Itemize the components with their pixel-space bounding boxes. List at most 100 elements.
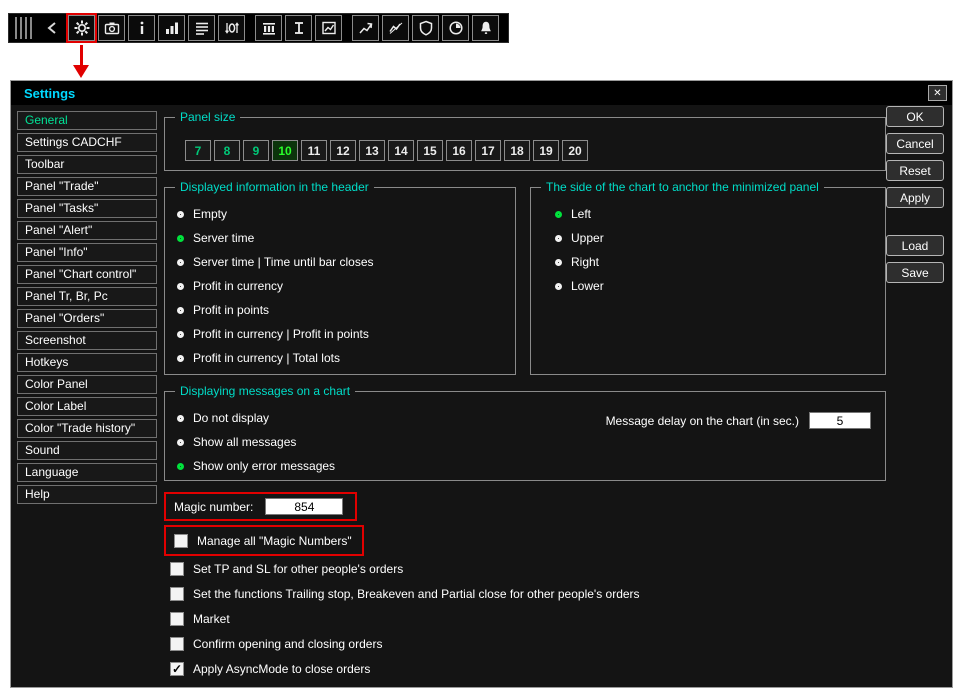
size-button-12[interactable]: 12 (330, 140, 356, 161)
size-button-8[interactable]: 8 (214, 140, 240, 161)
reset-button[interactable]: Reset (886, 160, 944, 181)
dialog-title: Settings (24, 85, 76, 101)
radio-show-all-messages[interactable]: Show all messages (177, 430, 875, 454)
sidebar-item-settings-cadchf[interactable]: Settings CADCHF (17, 133, 157, 152)
size-button-7[interactable]: 7 (185, 140, 211, 161)
size-button-13[interactable]: 13 (359, 140, 385, 161)
annotation-box-magic-number: Magic number: (164, 492, 358, 521)
checkbox-label: Set TP and SL for other people's orders (193, 561, 404, 576)
checkbox-set-tp-sl-others[interactable]: Set TP and SL for other people's orders (164, 556, 886, 581)
radio-icon (555, 282, 562, 290)
checkbox-confirm-orders[interactable]: Confirm opening and closing orders (164, 631, 886, 656)
checkbox-async-close[interactable]: ✓ Apply AsyncMode to close orders (164, 656, 886, 681)
screenshot-button[interactable] (98, 15, 125, 41)
annotation-arrow-head (73, 65, 89, 78)
alerts-button[interactable] (472, 15, 499, 41)
sidebar-item-general[interactable]: General (17, 111, 157, 130)
sidebar-item-color-panel[interactable]: Color Panel (17, 375, 157, 394)
panel-size-group: Panel size 7 8 9 10 11 12 13 14 15 16 17… (164, 110, 886, 171)
statistics-button[interactable] (158, 15, 185, 41)
radio-server-time[interactable]: Server time (177, 226, 505, 250)
info-button[interactable] (128, 15, 155, 41)
sidebar-item-panel-info[interactable]: Panel "Info" (17, 243, 157, 262)
chart-window-button[interactable] (315, 15, 342, 41)
radio-right[interactable]: Right (555, 250, 875, 274)
annotation-box-manage-all: Manage all "Magic Numbers" (164, 525, 364, 556)
spread-icon (224, 22, 239, 34)
dialog-titlebar[interactable]: Settings ✕ (11, 81, 952, 105)
radio-empty[interactable]: Empty (177, 202, 505, 226)
checkbox-icon (170, 586, 184, 601)
size-button-16[interactable]: 16 (446, 140, 472, 161)
radio-icon (177, 282, 184, 290)
load-button[interactable]: Load (886, 235, 944, 256)
beam-button[interactable] (285, 15, 312, 41)
shield-button[interactable] (412, 15, 439, 41)
size-button-14[interactable]: 14 (388, 140, 414, 161)
checkbox-market[interactable]: Market (164, 606, 886, 631)
radio-profit-currency-points[interactable]: Profit in currency | Profit in points (177, 322, 505, 346)
clock-button[interactable] (442, 15, 469, 41)
anchor-side-group: The side of the chart to anchor the mini… (530, 180, 886, 375)
drag-handle-icon[interactable] (15, 17, 35, 39)
sidebar-item-color-label[interactable]: Color Label (17, 397, 157, 416)
sidebar-item-color-trade-history[interactable]: Color "Trade history" (17, 419, 157, 438)
checkbox-label: Confirm opening and closing orders (193, 636, 383, 651)
checkbox-label: Market (193, 611, 230, 626)
size-button-20[interactable]: 20 (562, 140, 588, 161)
save-button[interactable]: Save (886, 262, 944, 283)
size-button-11[interactable]: 11 (301, 140, 327, 161)
magic-number-input[interactable] (265, 498, 344, 515)
apply-button[interactable]: Apply (886, 187, 944, 208)
radio-profit-points[interactable]: Profit in points (177, 298, 505, 322)
cancel-button[interactable]: Cancel (886, 133, 944, 154)
sidebar-item-panel-chart-control[interactable]: Panel "Chart control" (17, 265, 157, 284)
checkbox-trailing-breakeven-partial-others[interactable]: Set the functions Trailing stop, Breakev… (164, 581, 886, 606)
sidebar-item-panel-trade[interactable]: Panel "Trade" (17, 177, 157, 196)
radio-lower[interactable]: Lower (555, 274, 875, 298)
size-button-17[interactable]: 17 (475, 140, 501, 161)
radio-server-time-bar-close[interactable]: Server time | Time until bar closes (177, 250, 505, 274)
radio-upper[interactable]: Upper (555, 226, 875, 250)
radio-profit-currency-lots[interactable]: Profit in currency | Total lots (177, 346, 505, 370)
message-delay-input[interactable] (809, 412, 871, 429)
radio-left[interactable]: Left (555, 202, 875, 226)
sidebar-item-language[interactable]: Language (17, 463, 157, 482)
dialog-actions: OK Cancel Reset Apply Load Save (886, 106, 944, 289)
radio-icon (177, 438, 184, 446)
radio-profit-currency[interactable]: Profit in currency (177, 274, 505, 298)
trend-line-button[interactable] (382, 15, 409, 41)
radio-show-only-errors[interactable]: Show only error messages (177, 454, 875, 478)
sidebar-item-hotkeys[interactable]: Hotkeys (17, 353, 157, 372)
size-button-19[interactable]: 19 (533, 140, 559, 161)
checkbox-manage-all-magic[interactable]: Manage all "Magic Numbers" (168, 528, 352, 553)
shield-icon (419, 20, 432, 36)
sidebar-item-screenshot[interactable]: Screenshot (17, 331, 157, 350)
header-info-label: Displayed information in the header (175, 180, 374, 194)
radio-icon (177, 306, 184, 314)
sidebar-item-toolbar[interactable]: Toolbar (17, 155, 157, 174)
check-mark: ✓ (171, 661, 183, 676)
size-button-9[interactable]: 9 (243, 140, 269, 161)
sidebar-item-panel-tr-br-pc[interactable]: Panel Tr, Br, Pc (17, 287, 157, 306)
orders-list-button[interactable] (188, 15, 215, 41)
close-button[interactable]: ✕ (928, 85, 947, 101)
collapse-toolbar-button[interactable] (40, 15, 66, 41)
size-button-10[interactable]: 10 (272, 140, 298, 161)
panel-columns-button[interactable] (255, 15, 282, 41)
size-button-18[interactable]: 18 (504, 140, 530, 161)
sidebar-item-panel-tasks[interactable]: Panel "Tasks" (17, 199, 157, 218)
spread-button[interactable] (218, 15, 245, 41)
radio-label: Server time | Time until bar closes (193, 255, 374, 269)
sidebar-item-help[interactable]: Help (17, 485, 157, 504)
sidebar-item-sound[interactable]: Sound (17, 441, 157, 460)
sidebar-item-panel-alert[interactable]: Panel "Alert" (17, 221, 157, 240)
settings-button[interactable] (66, 13, 97, 43)
radio-icon (177, 330, 184, 338)
ok-button[interactable]: OK (886, 106, 944, 127)
camera-icon (104, 22, 119, 35)
trend-arrow-button[interactable] (352, 15, 379, 41)
sidebar-item-panel-orders[interactable]: Panel "Orders" (17, 309, 157, 328)
size-button-15[interactable]: 15 (417, 140, 443, 161)
screen: Settings ✕ General Settings CADCHF Toolb… (0, 0, 962, 692)
